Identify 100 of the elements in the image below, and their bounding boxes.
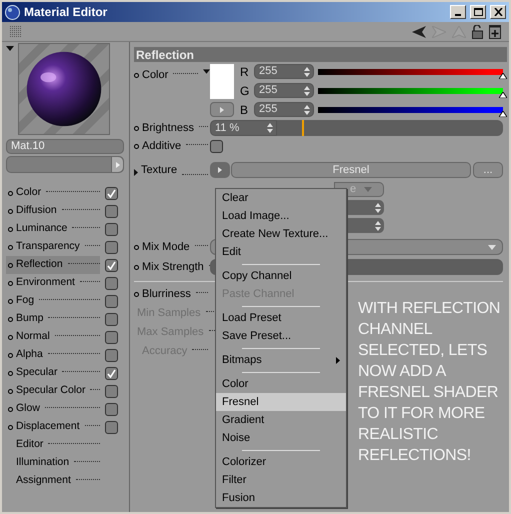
checkbox[interactable] — [105, 402, 118, 416]
slider-marker[interactable] — [302, 120, 304, 136]
spinner-arrows-icon[interactable] — [267, 123, 273, 133]
bullet-icon — [8, 298, 13, 304]
slider-thumb-icon[interactable] — [499, 92, 507, 98]
play-button[interactable] — [111, 157, 123, 172]
channel-item[interactable]: Luminance — [6, 220, 118, 238]
spinner-arrows-icon[interactable] — [304, 66, 310, 76]
bullet-icon — [8, 424, 13, 430]
channel-item[interactable]: Editor — [6, 436, 118, 454]
number-field[interactable]: 255 — [254, 83, 314, 98]
channel-item[interactable]: Fog — [6, 292, 118, 310]
checkbox[interactable] — [105, 222, 118, 236]
new-window-icon[interactable] — [489, 24, 501, 38]
checkbox[interactable] — [105, 186, 118, 200]
dropdown-arrow-icon[interactable] — [203, 69, 210, 74]
parameter-label: Brightness — [142, 120, 194, 136]
play-icon — [218, 167, 222, 173]
sphere-icon — [5, 4, 20, 20]
channel-item[interactable]: Color — [6, 184, 118, 202]
brightness-slider[interactable] — [277, 120, 503, 136]
parameter-label: Blurriness — [142, 286, 191, 302]
menu-item[interactable]: Fresnel — [216, 393, 346, 411]
checkbox[interactable] — [210, 140, 223, 152]
slider-thumb-icon[interactable] — [499, 72, 507, 78]
parameter-label: Additive — [142, 138, 182, 154]
color-swatch[interactable] — [210, 64, 234, 99]
menu-item[interactable]: Load Image... — [216, 207, 346, 225]
minimize-button[interactable] — [450, 5, 466, 19]
checkbox[interactable] — [105, 258, 118, 272]
bullet-icon — [8, 388, 13, 394]
preview-scroll-bar[interactable] — [6, 156, 124, 173]
channel-label: Bump — [16, 311, 44, 326]
channel-item[interactable]: Alpha — [6, 346, 118, 364]
menu-item[interactable]: Edit — [216, 243, 346, 261]
material-name-field[interactable]: Mat.10 — [6, 139, 124, 154]
checkbox[interactable] — [105, 240, 118, 254]
checkbox[interactable] — [105, 384, 118, 398]
checkbox[interactable] — [105, 330, 118, 344]
window-title: Material Editor — [24, 4, 108, 21]
checkbox[interactable] — [105, 348, 118, 362]
maximize-button[interactable] — [470, 5, 486, 19]
bullet-icon — [8, 226, 13, 232]
spinner-arrows-icon[interactable] — [375, 220, 381, 230]
back-arrow-icon[interactable] — [412, 26, 426, 38]
bullet-icon — [134, 244, 139, 250]
menu-button[interactable] — [210, 162, 230, 178]
menu-item[interactable]: Noise — [216, 429, 346, 447]
menu-item[interactable]: Filter — [216, 471, 346, 489]
channel-label: Specular Color — [16, 383, 86, 398]
checkbox[interactable] — [105, 276, 118, 290]
channel-item[interactable]: Transparency — [6, 238, 118, 256]
submenu-arrow-icon — [336, 356, 340, 364]
channel-item[interactable]: Reflection — [6, 256, 118, 274]
number-field[interactable]: 11 % — [210, 120, 277, 136]
dropdown-arrow-icon — [364, 187, 372, 192]
menu-item[interactable]: Load Preset — [216, 309, 346, 327]
channel-item[interactable]: Displacement — [6, 418, 118, 436]
number-field[interactable]: 255 — [254, 102, 314, 117]
lock-icon[interactable] — [472, 24, 483, 38]
channel-label: Specular — [16, 365, 58, 380]
checkbox[interactable] — [105, 420, 118, 434]
dropdown-arrow-icon[interactable] — [6, 46, 14, 51]
channel-item[interactable]: Bump — [6, 310, 118, 328]
channel-item[interactable]: Diffusion — [6, 202, 118, 220]
checkbox[interactable] — [105, 204, 118, 218]
checkbox[interactable] — [105, 312, 118, 326]
close-button[interactable] — [490, 5, 506, 19]
number-field[interactable]: 255 — [254, 64, 314, 79]
menu-item[interactable]: Colorizer — [216, 453, 346, 471]
channel-item[interactable]: Glow — [6, 400, 118, 418]
channel-item[interactable]: Specular Color — [6, 382, 118, 400]
checkbox[interactable] — [105, 366, 118, 380]
channel-label: Diffusion — [16, 203, 57, 218]
menu-item[interactable]: Color — [216, 375, 346, 393]
channel-item[interactable]: Environment — [6, 274, 118, 292]
channel-item[interactable]: Specular — [6, 364, 118, 382]
menu-item[interactable]: Save Preset... — [216, 327, 346, 345]
spinner-arrows-icon[interactable] — [304, 104, 310, 114]
checkbox[interactable] — [105, 294, 118, 308]
spinner-arrows-icon[interactable] — [304, 86, 310, 96]
channel-label: Illumination — [16, 455, 70, 470]
channel-item[interactable]: Illumination — [6, 454, 118, 472]
menu-item[interactable]: Gradient — [216, 411, 346, 429]
checkmark-icon — [107, 260, 116, 270]
spinner-arrows-icon[interactable] — [375, 202, 381, 212]
menu-item[interactable]: Create New Texture... — [216, 225, 346, 243]
bullet-icon — [8, 262, 13, 268]
channel-item[interactable]: Normal — [6, 328, 118, 346]
expand-button[interactable] — [210, 102, 234, 117]
menu-item[interactable]: Fusion — [216, 489, 346, 507]
bullet-icon — [8, 190, 13, 196]
slider-thumb-icon[interactable] — [499, 110, 507, 116]
menu-item[interactable]: Bitmaps — [216, 351, 346, 369]
channel-item[interactable]: Assignment — [6, 472, 118, 490]
bullet-icon — [8, 370, 13, 376]
menu-item[interactable]: Copy Channel — [216, 267, 346, 285]
grip-icon[interactable] — [10, 26, 22, 38]
expand-arrow-icon[interactable] — [134, 169, 138, 176]
bullet-icon — [8, 334, 13, 340]
